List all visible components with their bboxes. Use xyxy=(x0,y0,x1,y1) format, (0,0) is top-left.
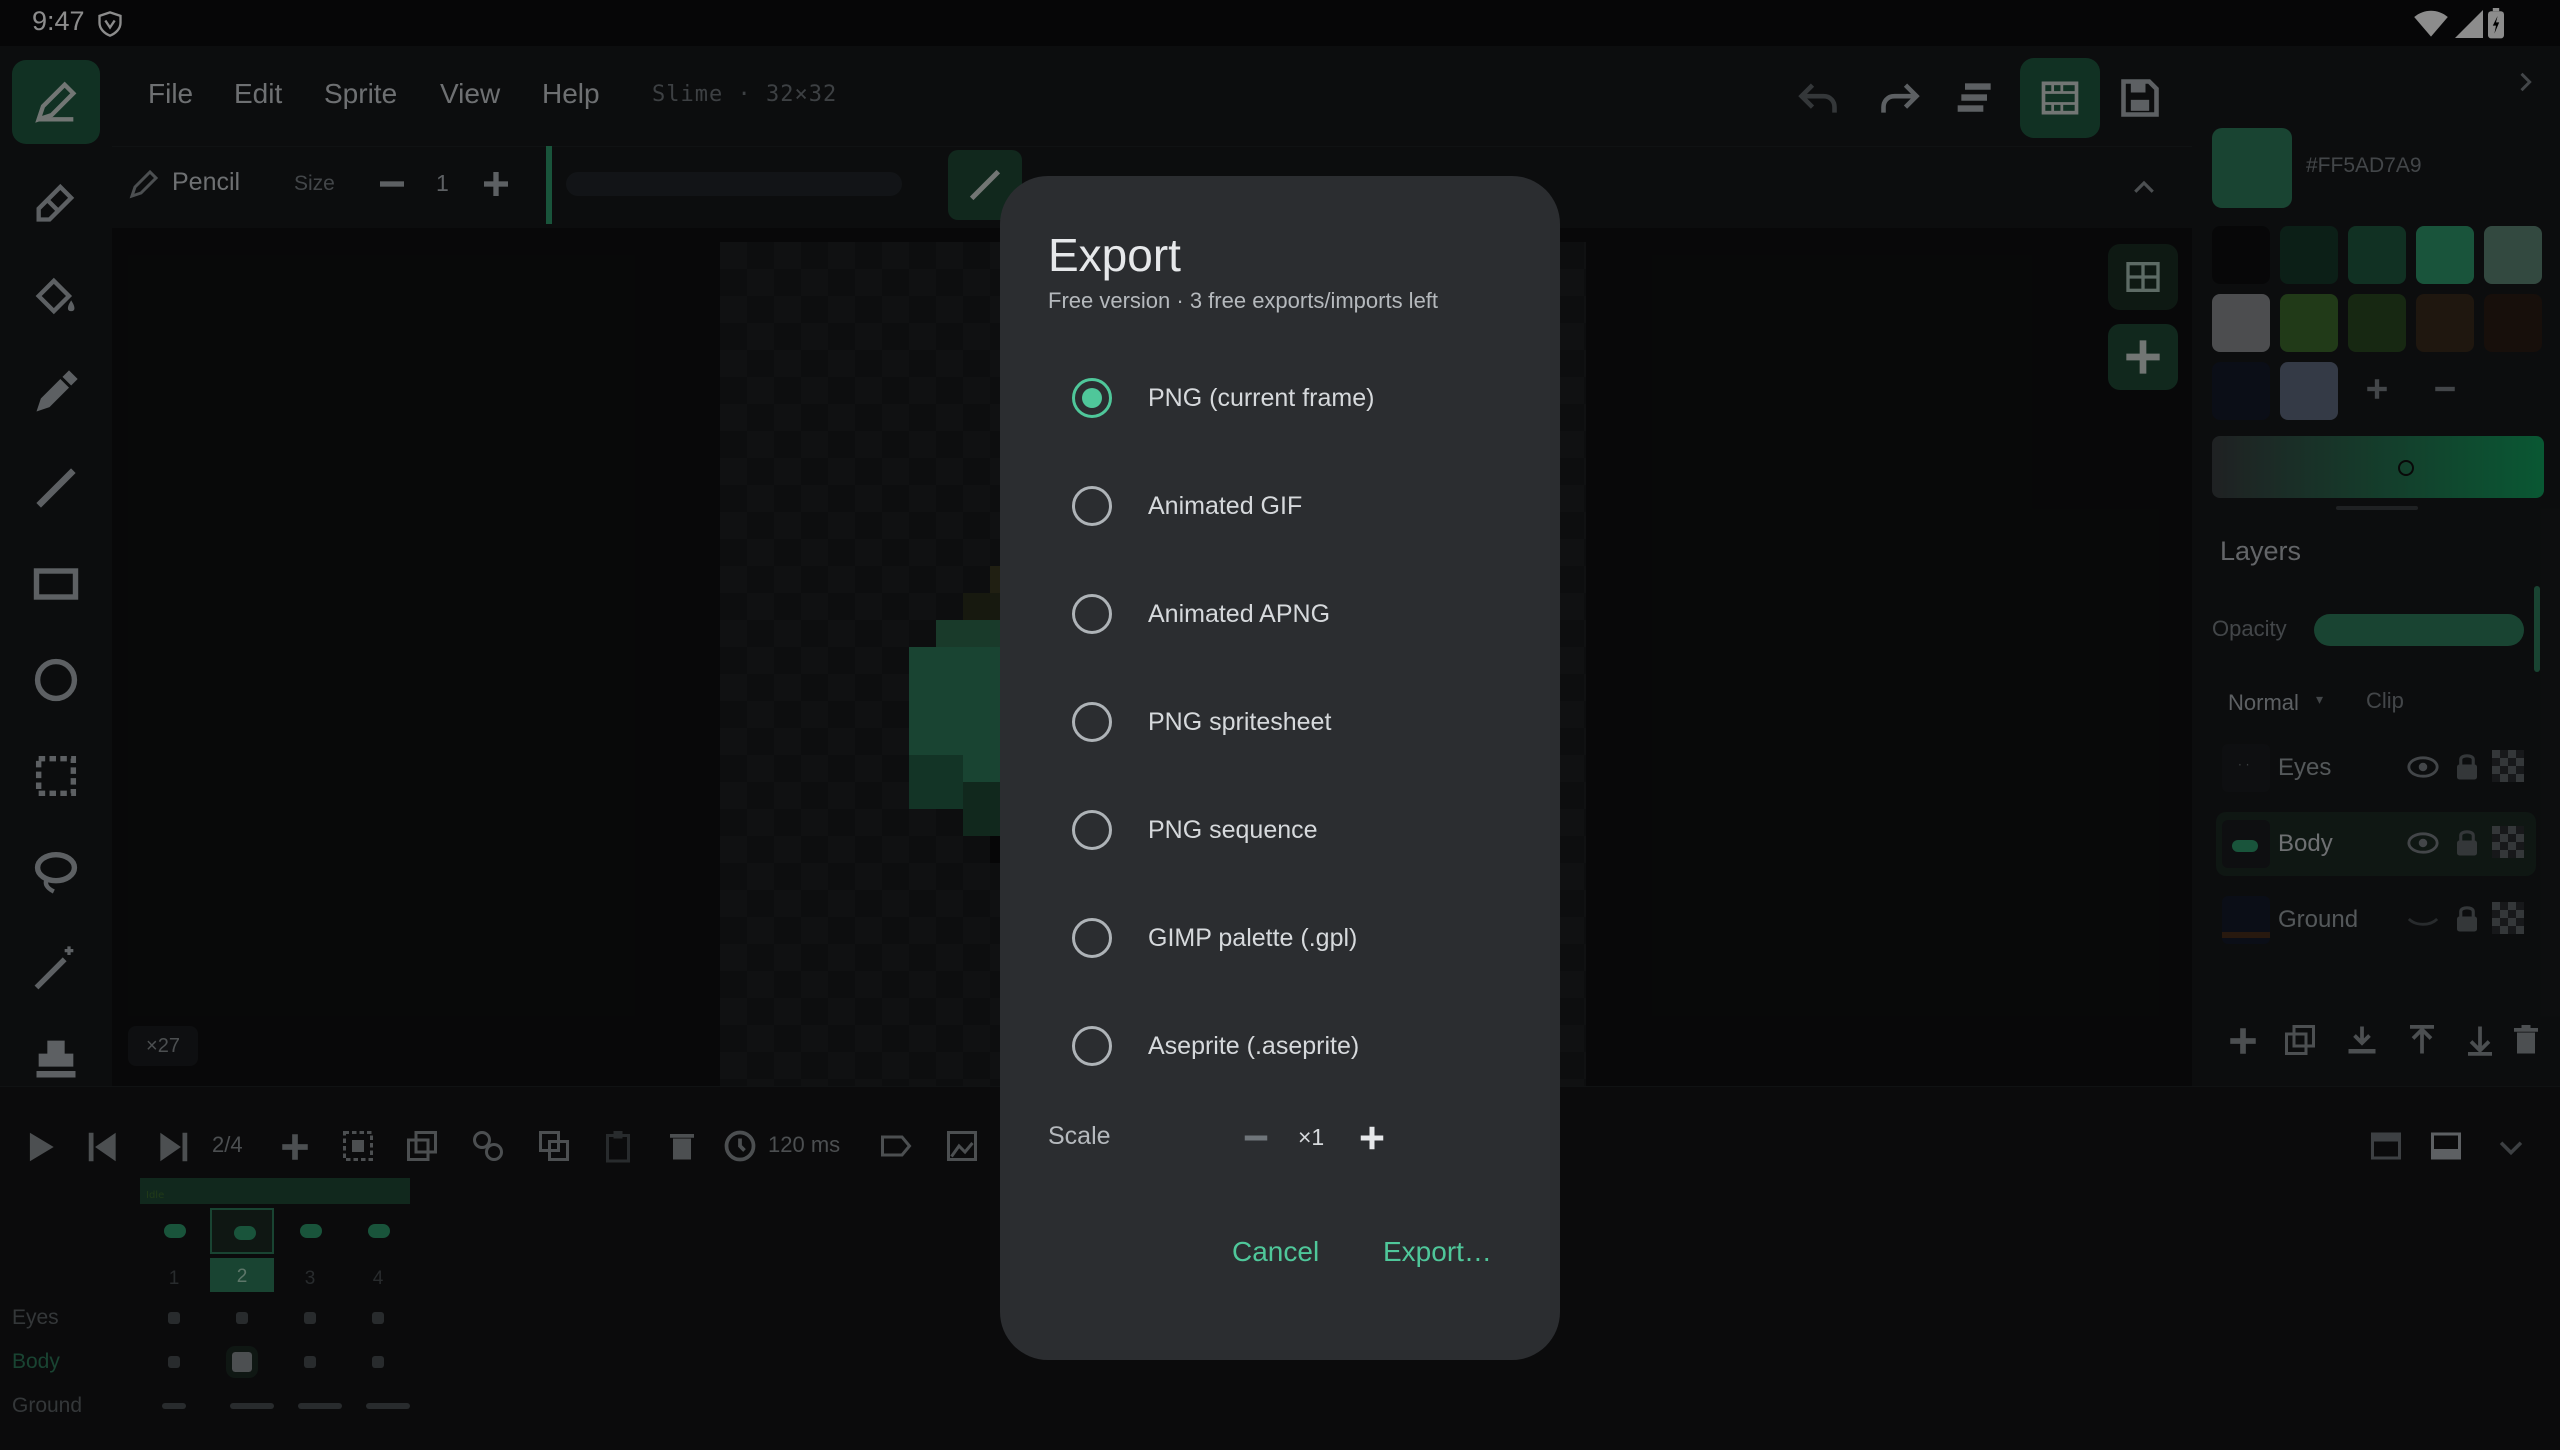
export-option[interactable]: PNG sequence xyxy=(1072,794,1512,866)
export-option-label: GIMP palette (.gpl) xyxy=(1148,923,1358,952)
export-dialog: Export Free version · 3 free exports/imp… xyxy=(1000,176,1560,1360)
export-option[interactable]: Animated GIF xyxy=(1072,470,1512,542)
scale-decrease-button[interactable] xyxy=(1234,1118,1278,1158)
export-option[interactable]: PNG (current frame) xyxy=(1072,362,1512,434)
minus-icon xyxy=(1244,1135,1268,1141)
plus-icon xyxy=(1360,1126,1384,1150)
radio-button[interactable] xyxy=(1072,810,1112,850)
cancel-button[interactable]: Cancel xyxy=(1232,1236,1319,1268)
radio-button[interactable] xyxy=(1072,486,1112,526)
export-button[interactable]: Export… xyxy=(1383,1236,1492,1268)
export-option-label: Animated GIF xyxy=(1148,491,1303,520)
export-option[interactable]: Aseprite (.aseprite) xyxy=(1072,1010,1512,1082)
radio-button[interactable] xyxy=(1072,1026,1112,1066)
export-option[interactable]: Animated APNG xyxy=(1072,578,1512,650)
export-option-label: Aseprite (.aseprite) xyxy=(1148,1031,1360,1060)
export-option-label: Animated APNG xyxy=(1148,599,1331,628)
scale-label: Scale xyxy=(1048,1122,1111,1150)
export-option-label: PNG (current frame) xyxy=(1148,383,1375,412)
export-option[interactable]: PNG spritesheet xyxy=(1072,686,1512,758)
scale-value: ×1 xyxy=(1298,1124,1325,1150)
export-option-label: PNG spritesheet xyxy=(1148,707,1332,736)
scale-increase-button[interactable] xyxy=(1350,1118,1394,1158)
radio-button[interactable] xyxy=(1072,918,1112,958)
export-option[interactable]: GIMP palette (.gpl) xyxy=(1072,902,1512,974)
dialog-title: Export xyxy=(1048,229,1181,281)
radio-button[interactable] xyxy=(1072,378,1112,418)
dialog-subtitle: Free version · 3 free exports/imports le… xyxy=(1048,288,1439,313)
export-option-label: PNG sequence xyxy=(1148,815,1318,844)
radio-button[interactable] xyxy=(1072,702,1112,742)
radio-button[interactable] xyxy=(1072,594,1112,634)
